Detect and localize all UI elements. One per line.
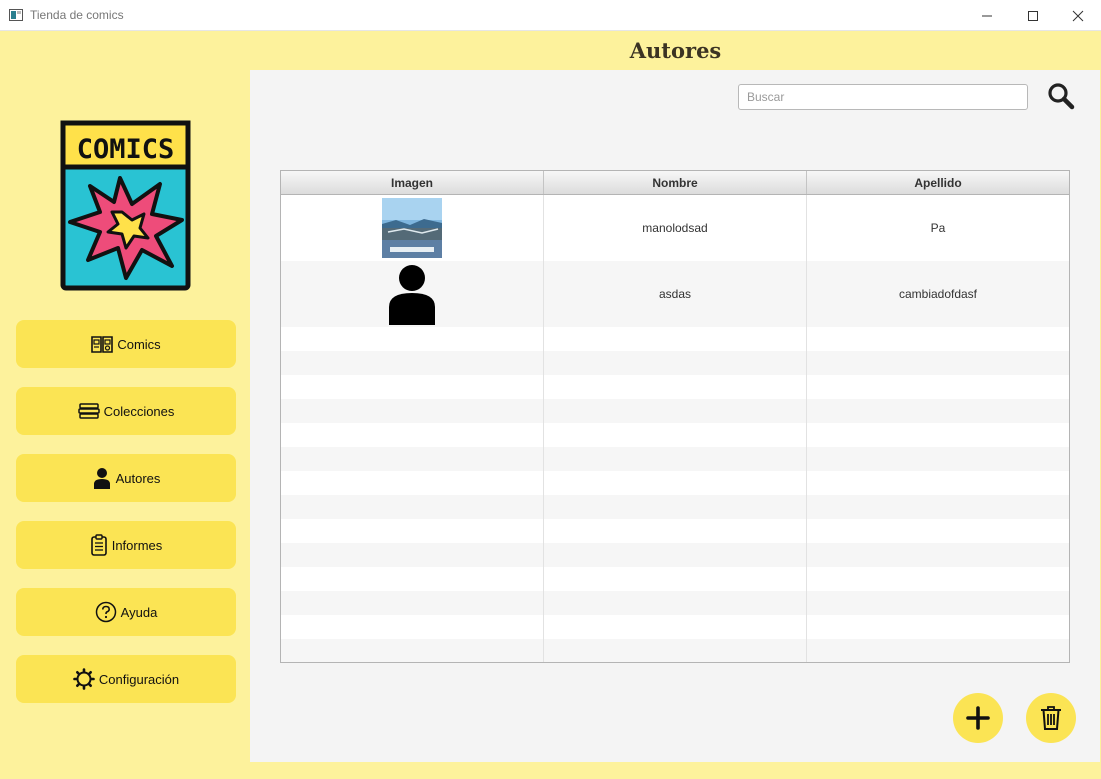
sidebar-item-configuracion[interactable]: Configuración (16, 655, 236, 703)
sidebar-item-label: Informes (111, 537, 163, 553)
empty-row (281, 423, 1069, 447)
sidebar-item-label: Colecciones (103, 403, 175, 419)
sidebar-item-informes[interactable]: Informes (16, 521, 236, 569)
column-header-nombre[interactable]: Nombre (544, 171, 807, 194)
minimize-button[interactable] (964, 0, 1010, 31)
table-cell-image (281, 261, 544, 327)
app-icon (9, 9, 23, 21)
empty-row (281, 351, 1069, 375)
empty-row (281, 567, 1069, 591)
delete-author-button[interactable] (1026, 693, 1076, 743)
empty-row (281, 639, 1069, 662)
stack-icon (77, 403, 100, 419)
app-window: COMICS Comics Colecciones Autores Inform… (0, 31, 1101, 779)
empty-row (281, 519, 1069, 543)
table-row[interactable]: manolodsad Pa (281, 195, 1069, 261)
empty-row (281, 399, 1069, 423)
table-cell-apellido: cambiadofdasf (898, 287, 978, 301)
empty-row (281, 615, 1069, 639)
window-title: Tienda de comics (30, 8, 124, 22)
sidebar-item-label: Comics (117, 336, 161, 352)
add-author-button[interactable] (953, 693, 1003, 743)
maximize-button[interactable] (1010, 0, 1056, 31)
sidebar-item-label: Autores (115, 470, 161, 486)
search-input[interactable] (738, 84, 1028, 110)
table-cell-nombre: asdas (544, 261, 807, 327)
maximize-icon (1028, 10, 1038, 21)
empty-row (281, 543, 1069, 567)
sidebar-item-autores[interactable]: Autores (16, 454, 236, 502)
empty-row (281, 327, 1069, 351)
empty-row (281, 495, 1069, 519)
close-icon (1072, 10, 1084, 21)
close-button[interactable] (1055, 0, 1101, 31)
sidebar: COMICS Comics Colecciones Autores Inform… (0, 31, 250, 779)
page-title: Autores (629, 38, 722, 63)
sidebar-item-label: Ayuda (120, 604, 158, 620)
cover-thumbnail (382, 198, 442, 258)
window-titlebar: Tienda de comics (0, 0, 1101, 31)
plus-icon (966, 706, 990, 730)
page-header: Autores (250, 31, 1101, 70)
empty-row (281, 591, 1069, 615)
empty-row (281, 471, 1069, 495)
comic-book-icon (91, 336, 114, 353)
sidebar-item-comics[interactable]: Comics (16, 320, 236, 368)
person-placeholder-icon (389, 265, 435, 325)
main-content: Imagen Nombre Apellido manolod (250, 70, 1100, 762)
table-cell-apellido: Pa (930, 221, 946, 235)
authors-table: Imagen Nombre Apellido manolodsad Pa asd… (280, 170, 1070, 663)
sidebar-item-colecciones[interactable]: Colecciones (16, 387, 236, 435)
empty-row (281, 447, 1069, 471)
sidebar-item-ayuda[interactable]: Ayuda (16, 588, 236, 636)
clipboard-icon (90, 534, 107, 556)
person-icon (93, 468, 110, 489)
comics-logo: COMICS (60, 120, 191, 291)
search-icon[interactable] (1046, 81, 1076, 111)
table-header: Imagen Nombre Apellido (281, 171, 1069, 195)
column-header-imagen[interactable]: Imagen (281, 171, 544, 194)
help-icon (95, 601, 116, 623)
table-cell-image (281, 195, 544, 261)
table-row[interactable]: asdas cambiadofdasf (281, 261, 1069, 327)
empty-row (281, 375, 1069, 399)
logo-text: COMICS (77, 134, 175, 165)
table-cell-nombre: manolodsad (544, 195, 807, 261)
sidebar-item-label: Configuración (98, 671, 180, 687)
minimize-icon (982, 15, 992, 16)
column-header-apellido[interactable]: Apellido (807, 171, 1069, 194)
trash-icon (1041, 706, 1061, 730)
gear-icon (73, 668, 95, 690)
